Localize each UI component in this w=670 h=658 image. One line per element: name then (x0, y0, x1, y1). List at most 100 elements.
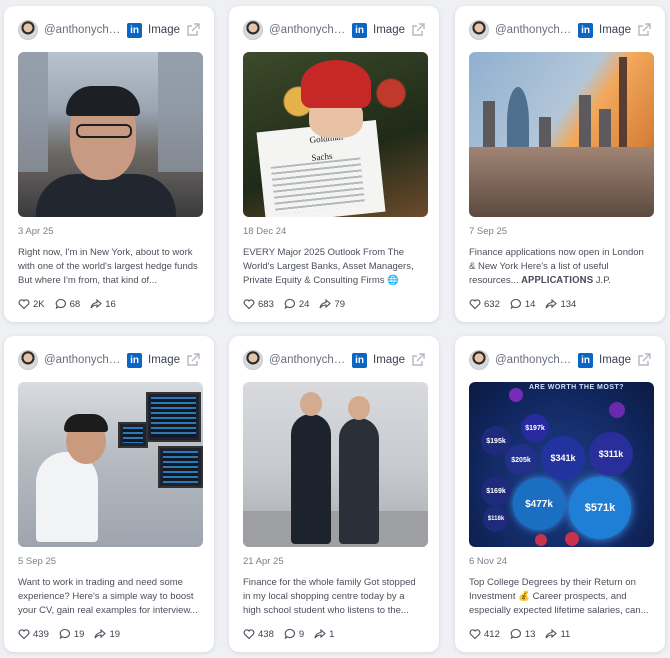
post-type-label: Image (148, 354, 180, 366)
post-card[interactable]: @anthonycheung in Image 3 Apr 25 Right n… (4, 6, 214, 322)
bubble-label: $195k (481, 426, 511, 456)
post-card[interactable]: @anthonycheung in Image 7 Sep 25 Finance… (455, 6, 665, 322)
post-date: 5 Sep 25 (18, 556, 57, 567)
author-handle[interactable]: @anthonycheung (495, 24, 572, 36)
post-text[interactable]: Top College Degrees by their Return on I… (469, 576, 651, 618)
linkedin-icon: in (578, 22, 594, 38)
shares-stat: 1 (314, 628, 334, 640)
post-type-label: Image (148, 24, 180, 36)
external-link-icon[interactable] (637, 23, 651, 37)
author-handle[interactable]: @anthonycheung (269, 354, 346, 366)
linkedin-icon: in (127, 22, 143, 38)
engagement-stats: 2K 68 16 (18, 288, 200, 320)
post-date: 7 Sep 25 (469, 226, 508, 237)
bubble-label: $341k (541, 436, 585, 480)
comment-icon (59, 628, 70, 640)
heart-icon (243, 629, 255, 640)
avatar[interactable] (243, 20, 263, 40)
external-link-icon[interactable] (411, 353, 425, 367)
share-icon (314, 628, 326, 639)
bubble-label: $118k (483, 506, 509, 532)
small-bubble (609, 402, 625, 418)
post-image[interactable]: ARE WORTH THE MOST? $571k $477k $341k $3… (469, 382, 654, 547)
shares-count: 11 (560, 628, 571, 640)
bubble-label: $169k (481, 476, 511, 506)
avatar[interactable] (18, 20, 38, 40)
likes-count: 439 (33, 628, 49, 640)
post-text[interactable]: Want to work in trading and need some ex… (18, 576, 200, 618)
post-text[interactable]: EVERY Major 2025 Outlook From The World'… (243, 246, 425, 288)
likes-stat: 438 (243, 628, 274, 640)
post-text[interactable]: Right now, I'm in New York, about to wor… (18, 246, 200, 288)
likes-count: 683 (258, 298, 274, 310)
post-date: 21 Apr 25 (243, 556, 284, 567)
share-icon (545, 628, 558, 639)
avatar[interactable] (469, 350, 489, 370)
comment-icon (510, 298, 521, 310)
heart-icon (243, 299, 255, 310)
heart-icon (469, 299, 481, 310)
likes-stat: 683 (243, 298, 274, 310)
share-icon (90, 298, 103, 309)
linkedin-icon: in (578, 352, 594, 368)
comment-icon (284, 298, 295, 310)
post-image[interactable] (243, 382, 428, 547)
engagement-stats: 683 24 79 (243, 288, 425, 320)
comment-icon (55, 298, 66, 310)
avatar[interactable] (469, 20, 489, 40)
comments-stat: 24 (284, 298, 310, 310)
external-link-icon[interactable] (186, 23, 200, 37)
card-header: @anthonycheung in Image (18, 6, 200, 52)
shares-stat: 11 (545, 628, 570, 640)
comments-count: 68 (69, 298, 81, 310)
engagement-stats: 632 14 134 (469, 288, 651, 320)
post-card[interactable]: @anthonycheung in Image ARE WORTH THE MO… (455, 336, 665, 652)
post-text[interactable]: Finance for the whole family Got stopped… (243, 576, 425, 618)
author-handle[interactable]: @anthonycheung (44, 354, 121, 366)
post-image[interactable] (469, 52, 654, 217)
likes-stat: 632 (469, 298, 500, 310)
card-header: @anthonycheung in Image (243, 336, 425, 382)
shares-count: 16 (105, 298, 116, 310)
post-image[interactable]: Goldman Sachs (243, 52, 428, 217)
post-card[interactable]: @anthonycheung in Image 21 Apr 25 Financ… (229, 336, 439, 652)
post-image[interactable] (18, 52, 203, 217)
card-header: @anthonycheung in Image (18, 336, 200, 382)
comments-stat: 9 (284, 628, 304, 640)
likes-count: 632 (484, 298, 500, 310)
shares-count: 134 (560, 298, 577, 310)
bubble-label: $205k (505, 444, 537, 476)
comments-stat: 68 (55, 298, 81, 310)
post-type-label: Image (373, 24, 405, 36)
comments-count: 14 (524, 298, 536, 310)
card-header: @anthonycheung in Image (469, 336, 651, 382)
bubble-label: $571k (569, 477, 631, 539)
post-type-label: Image (599, 354, 631, 366)
comment-icon (284, 628, 295, 640)
linkedin-icon: in (127, 352, 143, 368)
likes-count: 412 (484, 628, 500, 640)
external-link-icon[interactable] (637, 353, 651, 367)
external-link-icon[interactable] (411, 23, 425, 37)
post-card[interactable]: @anthonycheung in Image GoldmanSachs 18 … (229, 6, 439, 322)
card-header: @anthonycheung in Image (469, 6, 651, 52)
author-handle[interactable]: @anthonycheung (495, 354, 572, 366)
likes-count: 438 (258, 628, 274, 640)
author-handle[interactable]: @anthonycheung (269, 24, 346, 36)
shares-stat: 16 (90, 298, 116, 310)
shares-stat: 79 (319, 298, 345, 310)
shares-count: 79 (334, 298, 346, 310)
comments-count: 24 (298, 298, 310, 310)
post-image[interactable] (18, 382, 203, 547)
post-text[interactable]: Finance applications now open in London … (469, 246, 651, 288)
avatar[interactable] (18, 350, 38, 370)
shares-stat: 19 (94, 628, 120, 640)
author-handle[interactable]: @anthonycheung (44, 24, 121, 36)
linkedin-icon: in (352, 22, 368, 38)
avatar[interactable] (243, 350, 263, 370)
comments-count: 19 (73, 628, 85, 640)
post-card[interactable]: @anthonycheung in Image 5 Sep 25 Want to… (4, 336, 214, 652)
post-type-label: Image (599, 24, 631, 36)
comments-stat: 19 (59, 628, 85, 640)
external-link-icon[interactable] (186, 353, 200, 367)
